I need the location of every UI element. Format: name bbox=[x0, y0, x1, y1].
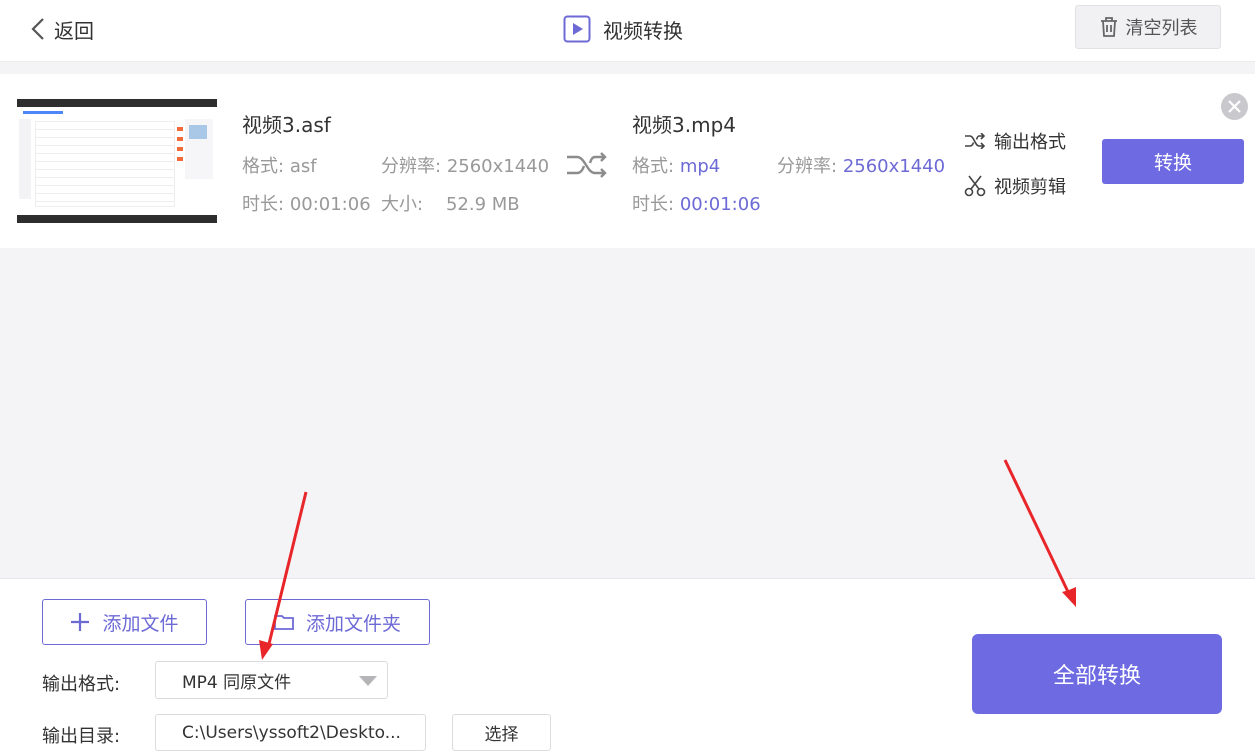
source-resolution: 分辨率: 2560x1440 bbox=[381, 156, 550, 177]
add-folder-button[interactable]: 添加文件夹 bbox=[245, 599, 430, 645]
output-format-label: 输出格式: bbox=[42, 674, 121, 695]
back-label: 返回 bbox=[54, 18, 94, 43]
plus-icon bbox=[71, 613, 90, 631]
header: 返回 视频转换 清空列表 bbox=[0, 0, 1255, 62]
footer-panel: 添加文件 添加文件夹 输出格式: MP4 同原文件 输出目录: 选择 全部转换 bbox=[0, 578, 1255, 752]
output-dir-input[interactable] bbox=[155, 714, 426, 751]
page-title-text: 视频转换 bbox=[603, 18, 683, 43]
trash-icon bbox=[1100, 17, 1117, 37]
source-file-name: 视频3.asf bbox=[242, 113, 331, 137]
folder-icon bbox=[274, 615, 294, 630]
shuffle-icon bbox=[567, 152, 607, 178]
source-duration: 时长: 00:01:06 bbox=[242, 194, 371, 215]
close-icon bbox=[1228, 100, 1241, 113]
source-size: 大小: 52.9 MB bbox=[381, 194, 520, 215]
output-dir-label: 输出目录: bbox=[42, 726, 121, 747]
output-format-value: MP4 同原文件 bbox=[182, 672, 292, 693]
convert-button[interactable]: 转换 bbox=[1102, 139, 1244, 184]
video-edit-action[interactable]: 视频剪辑 bbox=[964, 173, 1066, 199]
shuffle-small-icon bbox=[965, 133, 986, 149]
chevron-left-icon bbox=[31, 18, 44, 40]
play-square-icon bbox=[563, 15, 591, 43]
output-format-action[interactable]: 输出格式 bbox=[964, 128, 1066, 154]
convert-all-button[interactable]: 全部转换 bbox=[972, 634, 1222, 714]
target-file-name: 视频3.mp4 bbox=[632, 113, 736, 137]
target-duration: 时长: 00:01:06 bbox=[632, 194, 761, 215]
video-thumbnail bbox=[17, 99, 217, 223]
target-resolution: 分辨率: 2560x1440 bbox=[777, 156, 946, 177]
back-button[interactable]: 返回 bbox=[30, 14, 94, 44]
add-file-button[interactable]: 添加文件 bbox=[42, 599, 207, 645]
chevron-down-icon bbox=[359, 676, 377, 686]
target-format: 格式: mp4 bbox=[632, 156, 721, 177]
choose-dir-button[interactable]: 选择 bbox=[452, 714, 551, 751]
clear-list-label: 清空列表 bbox=[1125, 18, 1198, 39]
page-title: 视频转换 bbox=[563, 14, 683, 44]
output-format-select[interactable]: MP4 同原文件 bbox=[155, 661, 388, 699]
source-format: 格式: asf bbox=[242, 156, 317, 177]
file-list-item: 视频3.asf 格式: asf 分辨率: 2560x1440 时长: 00:01… bbox=[0, 74, 1255, 248]
remove-file-button[interactable] bbox=[1221, 93, 1248, 120]
scissors-icon bbox=[964, 175, 986, 197]
clear-list-button[interactable]: 清空列表 bbox=[1075, 5, 1221, 49]
